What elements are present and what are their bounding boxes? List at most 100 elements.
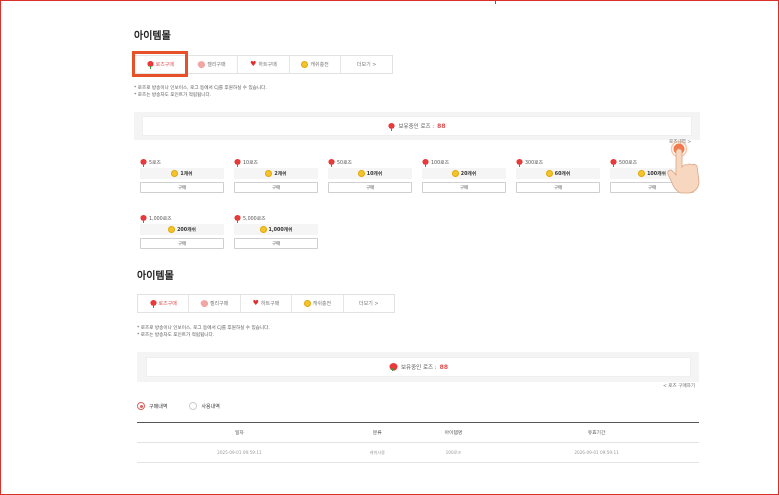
rose-item-5: 5로즈 1캐쉬 구매 bbox=[140, 158, 224, 193]
balance-label: 보유중인 로즈 : bbox=[398, 124, 435, 130]
item-label: 5로즈 bbox=[149, 160, 161, 166]
rose-item-5000: 5,000로즈 1,000캐쉬 구매 bbox=[234, 214, 318, 249]
balance-banner: 보유중인 로즈 : 88 bbox=[142, 116, 692, 136]
rose-icon bbox=[234, 214, 241, 223]
column-date: 일자 bbox=[137, 422, 342, 443]
tab-bar-2: 로즈구매 젤리구매 ♥ 하트구매 캐쉬충전 더보기 > bbox=[137, 294, 395, 313]
buy-button[interactable]: 구매 bbox=[516, 182, 600, 193]
buy-button[interactable]: 구매 bbox=[140, 238, 224, 249]
rose-item-300: 300로즈 60캐쉬 구매 bbox=[516, 158, 600, 193]
coin-icon bbox=[168, 226, 176, 233]
cell-expiry: 2026-09-01 09:59:11 bbox=[494, 442, 699, 463]
notice-line: * 로즈는 방송자도 포인트가 적립됩니다. bbox=[137, 333, 215, 338]
item-label: 50로즈 bbox=[337, 160, 352, 166]
jelly-icon bbox=[199, 298, 210, 309]
coin-icon bbox=[545, 170, 553, 177]
tab-label: 더보기 > bbox=[359, 301, 379, 307]
tab-jelly-purchase[interactable]: 젤리구매 bbox=[187, 56, 239, 73]
rose-icon bbox=[388, 362, 398, 372]
rose-item-1000: 1,000로즈 200캐쉬 구매 bbox=[140, 214, 224, 249]
coin-icon bbox=[638, 170, 646, 177]
item-price: 60캐쉬 bbox=[554, 172, 571, 177]
item-label: 500로즈 bbox=[619, 160, 637, 166]
radio-dot bbox=[189, 402, 198, 410]
coin-icon bbox=[303, 300, 311, 307]
balance-value: 88 bbox=[439, 363, 449, 371]
coin-icon bbox=[451, 170, 459, 177]
notice-text-2: * 로즈로 방송이나 인보이스, 로그 등에서 CJ를 후원하실 수 있습니다.… bbox=[137, 325, 270, 339]
coin-icon bbox=[301, 61, 309, 68]
item-label: 100로즈 bbox=[431, 160, 449, 166]
tab-cash-charge[interactable]: 캐쉬충전 bbox=[292, 295, 344, 312]
cell-item-name: 100로즈 bbox=[412, 442, 495, 463]
coin-icon bbox=[357, 170, 365, 177]
rose-icon bbox=[388, 122, 396, 131]
item-label: 1,000로즈 bbox=[149, 216, 172, 222]
tab-label: 젤리구매 bbox=[209, 301, 229, 307]
radio-label: 구매내역 bbox=[149, 403, 168, 410]
tab-heart-purchase[interactable]: ♥ 하트구매 bbox=[241, 295, 293, 312]
notice-line: * 로즈로 방송이나 인보이스, 로그 등에서 CJ를 후원하실 수 있습니다. bbox=[134, 86, 267, 91]
buy-button[interactable]: 구매 bbox=[422, 182, 506, 193]
rose-item-10: 10로즈 2캐쉬 구매 bbox=[234, 158, 318, 193]
item-label: 5,000로즈 bbox=[243, 216, 266, 222]
coin-icon bbox=[171, 170, 179, 177]
jelly-icon bbox=[196, 59, 207, 70]
history-table: 일자 분류 아이템명 유효기간 2025-09-01 09:59:11 캐쉬사용… bbox=[137, 422, 699, 463]
tab-label: 하트구매 bbox=[258, 62, 277, 68]
notice-text: * 로즈로 방송이나 인보이스, 로그 등에서 CJ를 후원하실 수 있습니다.… bbox=[134, 85, 267, 99]
balance-label: 보유중인 로즈 : bbox=[400, 365, 437, 371]
heart-icon: ♥ bbox=[252, 299, 259, 307]
rose-item-100: 100로즈 20캐쉬 구매 bbox=[422, 158, 506, 193]
rose-icon bbox=[610, 158, 617, 167]
radio-dot bbox=[137, 402, 145, 410]
column-expiry: 유효기간 bbox=[494, 422, 699, 443]
tab-jelly-purchase[interactable]: 젤리구매 bbox=[189, 295, 241, 312]
cell-date: 2025-09-01 09:59:11 bbox=[137, 442, 342, 463]
buy-button[interactable]: 구매 bbox=[234, 182, 318, 193]
item-price: 1,000캐쉬 bbox=[268, 228, 293, 233]
rose-icon bbox=[422, 158, 429, 167]
top-marker bbox=[495, 1, 496, 4]
rose-icon bbox=[328, 158, 335, 167]
radio-usage-history[interactable]: 사용내역 bbox=[189, 402, 220, 410]
cell-category: 캐쉬사용 bbox=[341, 442, 413, 463]
tab-label: 로즈구매 bbox=[158, 301, 177, 307]
item-label: 300로즈 bbox=[525, 160, 543, 166]
rose-icon bbox=[140, 214, 147, 223]
tab-cash-charge[interactable]: 캐쉬충전 bbox=[290, 56, 342, 73]
column-item-name: 아이템명 bbox=[412, 422, 495, 443]
tab-label: 젤리구매 bbox=[207, 62, 226, 68]
tab-heart-purchase[interactable]: ♥ 하트구매 bbox=[238, 56, 290, 73]
radio-label: 사용내역 bbox=[201, 403, 220, 410]
item-price: 2캐쉬 bbox=[274, 172, 287, 177]
buy-button[interactable]: 구매 bbox=[328, 182, 412, 193]
tab-label: 더보기 > bbox=[356, 62, 377, 68]
buy-button[interactable]: 구매 bbox=[140, 182, 224, 193]
coin-icon bbox=[259, 226, 267, 233]
history-type-radios: 구매내역 사용내역 bbox=[137, 402, 220, 410]
tab-more[interactable]: 더보기 > bbox=[344, 295, 394, 312]
balance-banner-2: 보유중인 로즈 : 88 bbox=[146, 357, 691, 377]
notice-line: * 로즈는 방송자도 포인트가 적립됩니다. bbox=[134, 93, 212, 98]
tab-rose-purchase[interactable]: 로즈구매 bbox=[138, 295, 190, 312]
tab-more[interactable]: 더보기 > bbox=[341, 56, 392, 73]
tab-highlight-box bbox=[132, 51, 188, 77]
pointer-hand-icon bbox=[667, 141, 700, 194]
item-price: 20캐쉬 bbox=[460, 172, 477, 177]
rose-purchase-back-link[interactable]: < 로즈 구매하기 bbox=[663, 383, 695, 389]
heart-icon: ♥ bbox=[250, 60, 257, 68]
rose-icon bbox=[140, 158, 147, 167]
page-title: 아이템몰 bbox=[134, 31, 171, 42]
column-category: 분류 bbox=[341, 422, 413, 443]
page-title-2: 아이템몰 bbox=[137, 271, 174, 282]
item-label: 10로즈 bbox=[243, 160, 258, 166]
radio-purchase-history[interactable]: 구매내역 bbox=[137, 402, 167, 410]
rose-icon bbox=[234, 158, 241, 167]
buy-button[interactable]: 구매 bbox=[234, 238, 318, 249]
rose-item-50: 50로즈 10캐쉬 구매 bbox=[328, 158, 412, 193]
balance-value: 88 bbox=[437, 122, 446, 130]
rose-icon bbox=[149, 300, 157, 308]
item-price: 1캐쉬 bbox=[180, 172, 193, 177]
table-row: 2025-09-01 09:59:11 캐쉬사용 100로즈 2026-09-0… bbox=[137, 442, 699, 463]
